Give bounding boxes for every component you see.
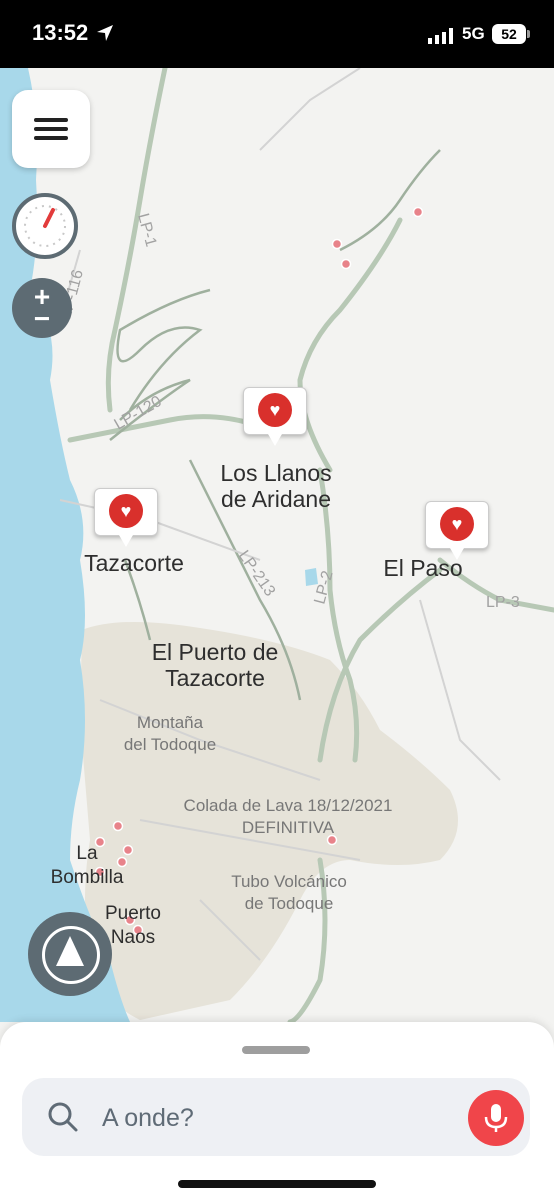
speedometer-button[interactable] <box>12 193 78 259</box>
status-time: 13:52 <box>32 20 89 45</box>
label-los-llanos: Los Llanos de Aridane <box>220 460 332 512</box>
location-arrow-icon <box>97 25 113 41</box>
map-pin-los-llanos[interactable]: ♥ <box>243 387 307 446</box>
road-secondary-2 <box>297 217 403 473</box>
map-pin-el-paso[interactable]: ♥ <box>425 501 489 560</box>
label-puerto-tazacorte: El Puerto de Tazacorte <box>151 639 279 691</box>
label-tubo-volcanico: Tubo Volcánico de Todoque <box>231 872 347 913</box>
road-label-lp1: LP-1 <box>134 212 159 249</box>
heart-hands-icon: ♥ <box>258 393 292 427</box>
network-type: 5G <box>462 24 485 43</box>
navigation-arrow-icon <box>56 936 84 966</box>
sheet-drag-handle[interactable] <box>242 1046 310 1054</box>
label-montana-todoque: Montaña del Todoque <box>123 713 217 754</box>
map-pin-tazacorte[interactable]: ♥ <box>94 488 158 547</box>
microphone-button[interactable] <box>468 1090 524 1146</box>
hamburger-icon <box>34 118 68 122</box>
signal-icon <box>428 28 453 44</box>
label-el-paso: El Paso <box>383 555 463 581</box>
label-tazacorte: Tazacorte <box>84 550 184 576</box>
search-icon <box>48 1102 78 1132</box>
battery-cap <box>527 30 530 38</box>
zoom-control[interactable]: + − <box>12 278 72 338</box>
label-colada: Colada de Lava 18/12/2021 DEFINITIVA <box>183 796 393 837</box>
status-bar: 13:52 5G 52 <box>0 0 554 68</box>
hamburger-icon <box>34 136 68 140</box>
speedometer-icon <box>24 205 66 247</box>
heart-hands-icon: ♥ <box>109 494 143 528</box>
heart-hands-icon: ♥ <box>440 507 474 541</box>
search-input[interactable] <box>100 1078 464 1158</box>
road-label-lp3: LP-3 <box>486 594 520 611</box>
bottom-sheet[interactable] <box>0 1022 554 1200</box>
menu-button[interactable] <box>12 90 90 168</box>
search-bar[interactable] <box>22 1078 530 1158</box>
microphone-icon <box>484 1104 508 1132</box>
home-indicator <box>178 1180 376 1188</box>
zoom-out-button[interactable]: − <box>12 303 72 335</box>
road-minor-1 <box>116 288 211 411</box>
road-secondary-3 <box>67 414 273 443</box>
battery-level: 52 <box>492 24 526 44</box>
recenter-button[interactable] <box>28 912 112 996</box>
label-la-bombilla: La Bombilla <box>50 843 124 888</box>
hamburger-icon <box>34 127 68 131</box>
